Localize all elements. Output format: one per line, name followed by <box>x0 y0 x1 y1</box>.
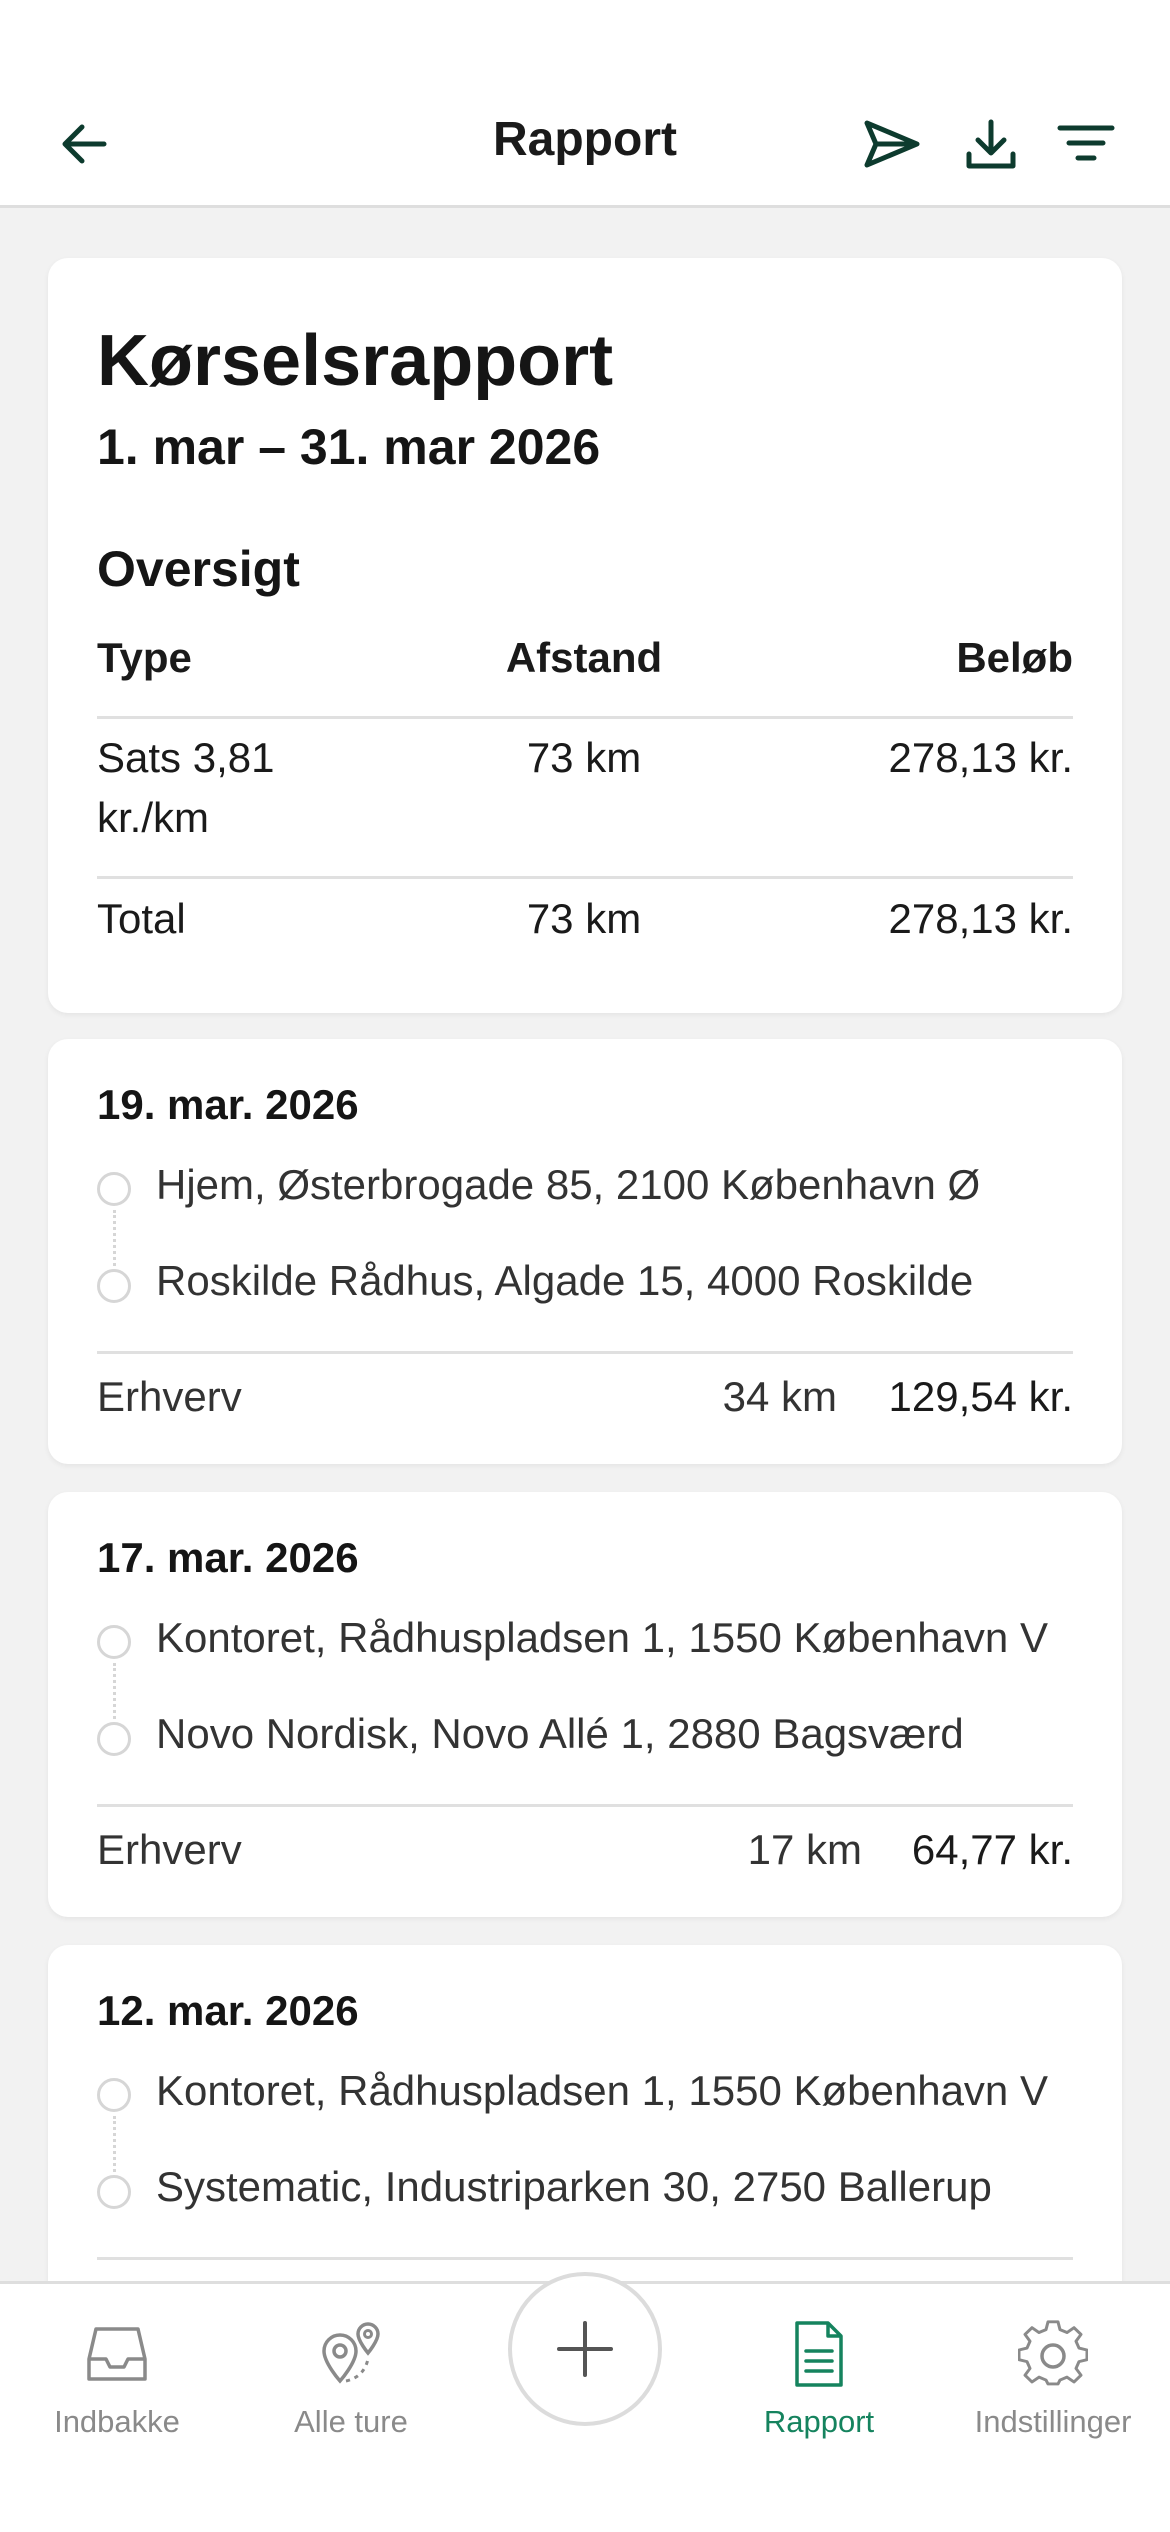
trip-start-address: Hjem, Østerbrogade 85, 2100 København Ø <box>156 1161 981 1208</box>
send-button[interactable] <box>856 108 928 180</box>
trip-card[interactable]: 17. mar. 2026 Kontoret, Rådhuspladsen 1,… <box>48 1492 1122 1917</box>
col-header-distance: Afstand <box>505 634 663 681</box>
trip-category: Erhverv <box>97 1826 242 1873</box>
trip-card[interactable]: 12. mar. 2026 Kontoret, Rådhuspladsen 1,… <box>48 1945 1122 2281</box>
start-point-icon <box>97 1172 131 1206</box>
trip-start-address: Kontoret, Rådhuspladsen 1, 1550 Københav… <box>156 2067 1048 2114</box>
col-header-amount: Beløb <box>956 634 1073 681</box>
trip-start-address: Kontoret, Rådhuspladsen 1, 1550 Københav… <box>156 1614 1048 1661</box>
nav-item-settings[interactable]: Indstillinger <box>936 2314 1170 2440</box>
nav-label-settings: Indstillinger <box>974 2404 1132 2439</box>
add-trip-button[interactable] <box>508 2272 662 2426</box>
report-title: Kørselsrapport <box>97 321 614 401</box>
inbox-icon <box>87 2327 147 2381</box>
trip-end-address: Roskilde Rådhus, Algade 15, 4000 Roskild… <box>156 1257 974 1304</box>
filter-button[interactable] <box>1050 108 1122 180</box>
trip-amount: 129,54 kr. <box>888 1373 1073 1420</box>
start-point-icon <box>97 1625 131 1659</box>
trip-amount: 64,77 kr. <box>911 1826 1073 1873</box>
route-connector <box>113 2116 116 2172</box>
divider <box>97 2257 1073 2260</box>
total-distance: 73 km <box>526 895 642 942</box>
col-header-type: Type <box>97 634 192 681</box>
plus-icon <box>557 2321 613 2377</box>
report-content: Kørselsrapport 1. mar – 31. mar 2026 Ove… <box>0 211 1170 2281</box>
total-amount: 278,13 kr. <box>888 895 1073 942</box>
document-icon <box>795 2321 843 2387</box>
bottom-navigation: Indbakke Alle ture Rapport Indstillinger <box>0 2272 1170 2532</box>
total-label: Total <box>97 895 186 942</box>
divider <box>97 1351 1073 1354</box>
report-summary-card: Kørselsrapport 1. mar – 31. mar 2026 Ove… <box>48 258 1122 1013</box>
rate-distance: 73 km <box>526 734 642 781</box>
divider <box>97 876 1073 879</box>
divider <box>97 1804 1073 1807</box>
nav-label-inbox: Indbakke <box>54 2404 180 2439</box>
rate-amount: 278,13 kr. <box>888 734 1073 781</box>
trip-date: 19. mar. 2026 <box>97 1081 359 1128</box>
end-point-icon <box>97 2175 131 2209</box>
end-point-icon <box>97 1722 131 1756</box>
trip-category: Erhverv <box>97 1373 242 1420</box>
trip-distance: 17 km <box>747 1826 862 1873</box>
trip-date: 17. mar. 2026 <box>97 1534 359 1581</box>
report-period: 1. mar – 31. mar 2026 <box>97 419 601 475</box>
nav-label-report: Rapport <box>763 2404 875 2439</box>
nav-item-inbox[interactable]: Indbakke <box>0 2314 234 2440</box>
route-connector <box>113 1210 116 1266</box>
overview-heading: Oversigt <box>97 541 300 597</box>
route-connector <box>113 1663 116 1719</box>
download-button[interactable] <box>955 108 1027 180</box>
rate-type: Sats 3,81 kr./km <box>97 734 275 841</box>
filter-icon <box>1057 125 1115 161</box>
nav-label-all-trips: Alle ture <box>294 2404 408 2439</box>
top-app-bar: Rapport <box>0 0 1170 208</box>
divider <box>97 716 1073 719</box>
start-point-icon <box>97 2078 131 2112</box>
download-icon <box>966 119 1016 169</box>
trip-date: 12. mar. 2026 <box>97 1987 359 2034</box>
trip-distance: 34 km <box>722 1373 837 1420</box>
nav-item-report[interactable]: Rapport <box>702 2314 936 2440</box>
trip-end-address: Novo Nordisk, Novo Allé 1, 2880 Bagsværd <box>156 1710 964 1757</box>
send-icon <box>864 120 920 168</box>
nav-item-all-trips[interactable]: Alle ture <box>234 2314 468 2440</box>
end-point-icon <box>97 1269 131 1303</box>
gear-icon <box>1018 2320 1088 2386</box>
trip-card[interactable]: 19. mar. 2026 Hjem, Østerbrogade 85, 210… <box>48 1039 1122 1464</box>
trip-end-address: Systematic, Industriparken 30, 2750 Ball… <box>156 2163 992 2210</box>
map-pins-icon <box>322 2322 380 2384</box>
